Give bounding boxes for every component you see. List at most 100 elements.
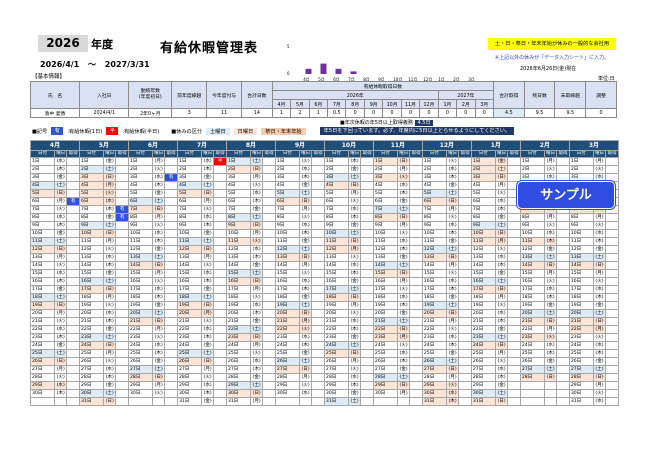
cal-take[interactable] — [311, 205, 325, 214]
cal-take[interactable] — [605, 389, 619, 398]
cal-take[interactable] — [507, 341, 521, 350]
cal-take[interactable] — [66, 341, 80, 350]
cal-take[interactable] — [409, 381, 423, 390]
cal-take[interactable] — [164, 245, 178, 254]
cal-take[interactable] — [360, 165, 374, 174]
cal-take[interactable] — [115, 157, 129, 166]
note-data-entry[interactable]: ※上記以外の休みが「データ入力シート」に入力。 — [486, 54, 618, 61]
cal-take[interactable] — [605, 253, 619, 262]
cal-take[interactable] — [213, 245, 227, 254]
cal-take[interactable] — [311, 157, 325, 166]
cal-take[interactable] — [409, 285, 423, 294]
cal-take[interactable] — [360, 213, 374, 222]
cal-take[interactable] — [409, 229, 423, 238]
cal-take[interactable] — [458, 325, 472, 334]
cal-take[interactable] — [409, 173, 423, 182]
cal-take[interactable] — [556, 213, 570, 222]
cal-take[interactable] — [66, 245, 80, 254]
cal-take[interactable] — [360, 205, 374, 214]
cal-take[interactable] — [311, 325, 325, 334]
cal-take[interactable] — [458, 221, 472, 230]
cal-take[interactable] — [164, 341, 178, 350]
cal-take[interactable] — [262, 237, 276, 246]
cal-take[interactable] — [360, 237, 374, 246]
cal-take[interactable] — [311, 269, 325, 278]
cal-take[interactable] — [311, 197, 325, 206]
cal-take[interactable] — [262, 213, 276, 222]
cal-take[interactable] — [360, 341, 374, 350]
cal-take[interactable] — [360, 317, 374, 326]
cal-take[interactable] — [115, 221, 129, 230]
cal-take[interactable] — [458, 285, 472, 294]
cal-take[interactable] — [311, 221, 325, 230]
cal-take[interactable] — [458, 173, 472, 182]
cal-take[interactable] — [164, 165, 178, 174]
cal-take[interactable] — [556, 165, 570, 174]
cal-take[interactable] — [213, 373, 227, 382]
cal-take[interactable] — [605, 293, 619, 302]
cal-take[interactable] — [115, 237, 129, 246]
cal-take[interactable] — [66, 157, 80, 166]
cal-take[interactable] — [409, 237, 423, 246]
cal-take[interactable] — [115, 261, 129, 270]
cal-take[interactable]: 有 — [115, 213, 129, 222]
cal-take[interactable] — [556, 157, 570, 166]
cal-take[interactable] — [556, 301, 570, 310]
cal-take[interactable] — [213, 301, 227, 310]
cal-take[interactable] — [409, 277, 423, 286]
cal-take[interactable] — [262, 341, 276, 350]
cal-take[interactable] — [311, 357, 325, 366]
cal-take[interactable] — [213, 365, 227, 374]
cal-take[interactable] — [605, 317, 619, 326]
cal-take[interactable] — [311, 333, 325, 342]
cal-take[interactable] — [507, 381, 521, 390]
cal-take[interactable] — [115, 333, 129, 342]
cal-take[interactable] — [66, 221, 80, 230]
cal-take[interactable] — [66, 237, 80, 246]
cal-take[interactable] — [164, 389, 178, 398]
cal-take[interactable] — [213, 397, 227, 406]
cal-take[interactable] — [213, 237, 227, 246]
cal-take[interactable] — [556, 365, 570, 374]
cal-take[interactable] — [213, 341, 227, 350]
cal-take[interactable]: 半 — [213, 157, 227, 166]
cal-take[interactable] — [458, 253, 472, 262]
cal-take[interactable] — [164, 325, 178, 334]
cal-take[interactable] — [605, 349, 619, 358]
cal-take[interactable] — [458, 277, 472, 286]
cal-take[interactable] — [360, 245, 374, 254]
cal-take[interactable] — [507, 301, 521, 310]
cal-take[interactable] — [213, 205, 227, 214]
cal-take[interactable] — [507, 229, 521, 238]
cal-take[interactable] — [311, 237, 325, 246]
cal-take[interactable] — [360, 301, 374, 310]
cal-take[interactable] — [360, 357, 374, 366]
cal-take[interactable] — [409, 245, 423, 254]
cal-take[interactable] — [556, 333, 570, 342]
cal-take[interactable] — [164, 253, 178, 262]
cal-take[interactable] — [556, 397, 570, 406]
cal-take[interactable] — [360, 229, 374, 238]
cal-take[interactable] — [311, 285, 325, 294]
cal-take[interactable] — [605, 269, 619, 278]
cal-take[interactable] — [311, 181, 325, 190]
cal-take[interactable] — [458, 333, 472, 342]
cal-take[interactable] — [164, 381, 178, 390]
cal-take[interactable] — [262, 357, 276, 366]
cal-take[interactable] — [311, 317, 325, 326]
cal-take[interactable] — [458, 269, 472, 278]
cal-take[interactable] — [409, 293, 423, 302]
cal-take[interactable] — [262, 325, 276, 334]
cal-take[interactable] — [262, 389, 276, 398]
cal-take[interactable] — [458, 213, 472, 222]
cal-take[interactable] — [605, 213, 619, 222]
cal-take[interactable] — [164, 301, 178, 310]
cal-take[interactable]: 有 — [164, 173, 178, 182]
cal-take[interactable] — [115, 229, 129, 238]
cal-take[interactable] — [409, 189, 423, 198]
cal-take[interactable] — [311, 253, 325, 262]
cal-take[interactable] — [115, 173, 129, 182]
cal-take[interactable] — [605, 237, 619, 246]
cal-take[interactable] — [409, 221, 423, 230]
cal-take[interactable] — [507, 357, 521, 366]
